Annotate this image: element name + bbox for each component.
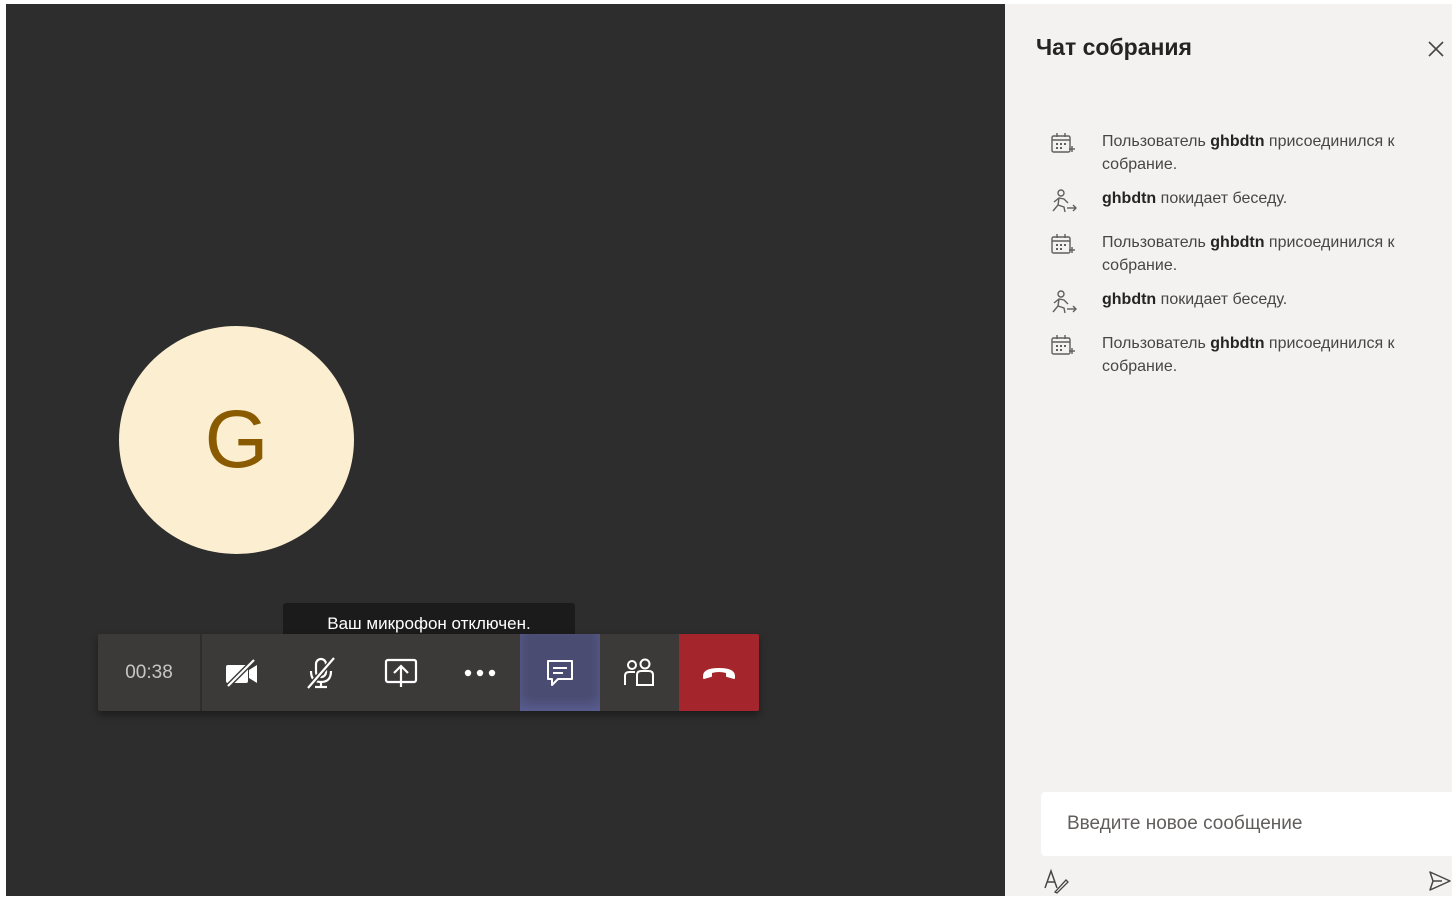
chat-title: Чат собрания bbox=[1036, 34, 1192, 60]
hang-up-icon bbox=[702, 667, 735, 679]
call-controls: 00:38 bbox=[98, 634, 759, 711]
chat-icon bbox=[546, 659, 573, 686]
send-icon bbox=[1429, 871, 1451, 891]
mic-off-icon bbox=[306, 655, 337, 690]
meeting-stage: G Ваш микрофон отключен. 00:38 bbox=[6, 4, 1005, 896]
compose-box[interactable] bbox=[1041, 792, 1452, 856]
participant-avatar: G bbox=[119, 326, 354, 554]
mic-off-button[interactable] bbox=[282, 634, 362, 711]
avatar-initial: G bbox=[204, 394, 269, 485]
mic-muted-tooltip: Ваш микрофон отключен. bbox=[283, 603, 575, 637]
chat-message-text: Пользователь ghbdtn присоединился к собр… bbox=[1102, 333, 1442, 378]
chat-message-text: ghbdtn покидает беседу. bbox=[1102, 188, 1442, 211]
person-leave-icon bbox=[1049, 188, 1079, 214]
send-button[interactable] bbox=[1428, 870, 1452, 896]
more-actions-button[interactable] bbox=[441, 634, 521, 711]
camera-off-icon bbox=[225, 657, 257, 688]
format-button[interactable] bbox=[1042, 868, 1070, 898]
format-icon bbox=[1044, 868, 1069, 894]
message-suffix: покидает беседу. bbox=[1156, 190, 1288, 207]
share-screen-button[interactable] bbox=[361, 634, 441, 711]
message-user: ghbdtn bbox=[1210, 335, 1265, 352]
calendar-join-icon bbox=[1049, 131, 1079, 157]
camera-off-button[interactable] bbox=[202, 634, 282, 711]
person-leave-icon bbox=[1049, 289, 1079, 315]
hang-up-button[interactable] bbox=[679, 634, 759, 711]
chat-message-text: ghbdtn покидает беседу. bbox=[1102, 289, 1442, 312]
message-input[interactable] bbox=[1065, 812, 1449, 836]
calendar-join-icon bbox=[1049, 232, 1079, 258]
chat-message: ghbdtn покидает беседу. bbox=[1049, 289, 1449, 315]
chat-message: Пользователь ghbdtn присоединился к собр… bbox=[1049, 333, 1449, 378]
participants-button[interactable] bbox=[600, 634, 680, 711]
chat-panel: Чат собрания Пользователь ghbdtn присоед… bbox=[1005, 4, 1452, 896]
more-icon bbox=[465, 669, 496, 676]
chat-message: Пользователь ghbdtn присоединился к собр… bbox=[1049, 131, 1449, 176]
calendar-join-icon bbox=[1049, 333, 1079, 359]
message-suffix: покидает беседу. bbox=[1156, 291, 1288, 308]
chat-message-text: Пользователь ghbdtn присоединился к собр… bbox=[1102, 232, 1442, 277]
message-user: ghbdtn bbox=[1210, 234, 1265, 251]
message-prefix: Пользователь bbox=[1102, 335, 1211, 352]
message-prefix: Пользователь bbox=[1102, 133, 1211, 150]
chat-messages: Пользователь ghbdtn присоединился к собр… bbox=[1049, 131, 1449, 390]
message-prefix: Пользователь bbox=[1102, 234, 1211, 251]
call-timer: 00:38 bbox=[98, 634, 202, 711]
chat-message: Пользователь ghbdtn присоединился к собр… bbox=[1049, 232, 1449, 277]
message-user: ghbdtn bbox=[1210, 133, 1265, 150]
chat-message-text: Пользователь ghbdtn присоединился к собр… bbox=[1102, 131, 1442, 176]
close-button[interactable] bbox=[1423, 36, 1449, 62]
share-screen-icon bbox=[384, 658, 417, 687]
message-user: ghbdtn bbox=[1102, 291, 1157, 308]
participants-icon bbox=[624, 658, 655, 686]
chat-button[interactable] bbox=[520, 634, 600, 711]
message-user: ghbdtn bbox=[1102, 190, 1157, 207]
chat-message: ghbdtn покидает беседу. bbox=[1049, 188, 1449, 214]
close-icon bbox=[1428, 41, 1444, 57]
